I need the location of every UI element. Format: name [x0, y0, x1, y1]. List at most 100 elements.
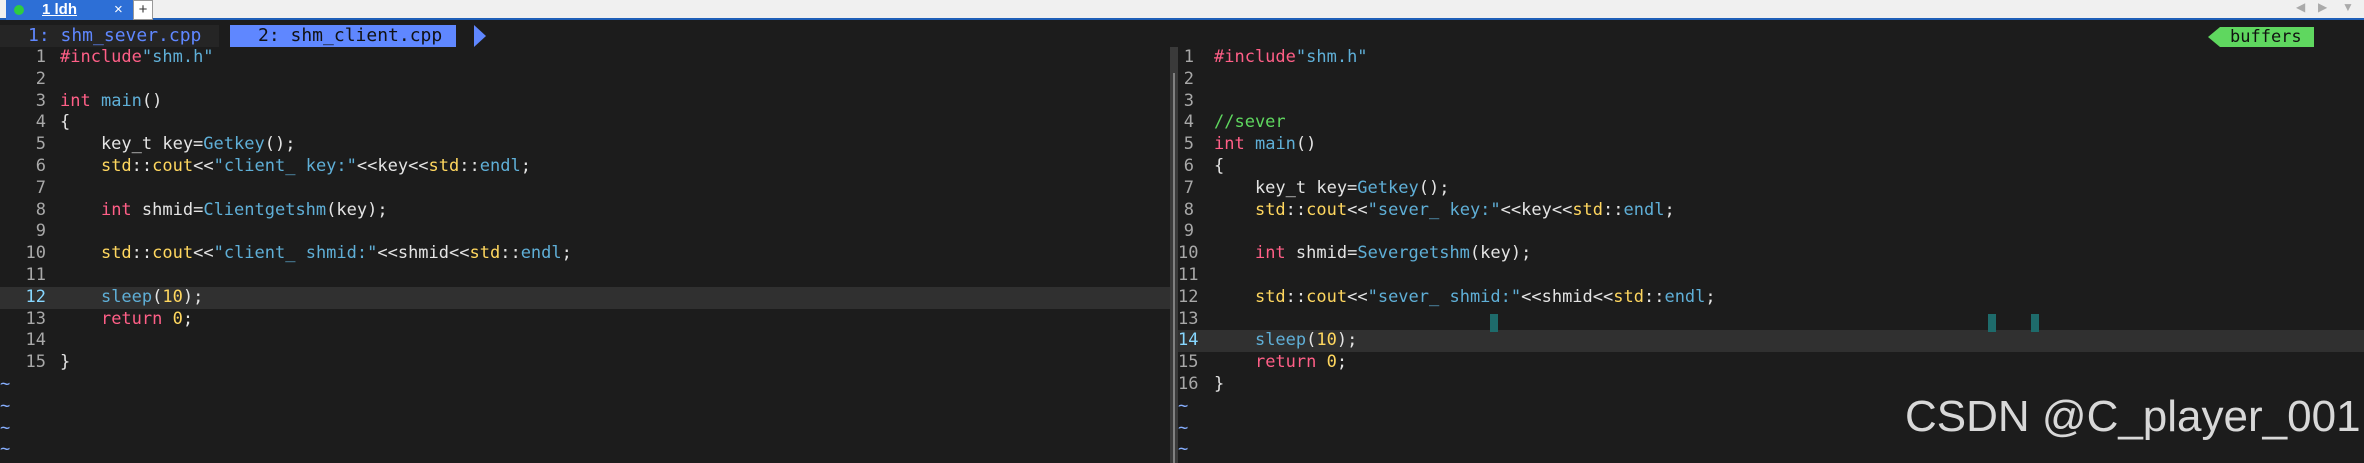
code-text: #include"shm.h"	[1214, 47, 1368, 67]
code-text: std::cout<<"sever_ key:"<<key<<std::endl…	[1254, 199, 1675, 220]
buffers-badge-arrow	[2208, 27, 2220, 47]
code-line[interactable]: 15}	[0, 352, 1170, 374]
code-text: int main()	[60, 90, 163, 111]
code-line[interactable]: 13 return 0;	[0, 309, 1170, 331]
terminal-tab-bar: 1 ldh × + ◀ ▶ ▼	[0, 0, 2364, 20]
close-icon[interactable]: ×	[114, 1, 123, 18]
code-line[interactable]: 3	[1178, 91, 2364, 113]
code-text: std::cout<<"client_ key:"<<key<<std::end…	[100, 155, 531, 176]
line-number: 15	[1178, 352, 1199, 373]
line-number: 10	[25, 243, 46, 264]
scroll-right-icon[interactable]: ▶	[2318, 0, 2327, 14]
code-text: sleep(10);	[1254, 330, 1358, 351]
empty-buffer-tilde: ~	[0, 417, 11, 438]
code-line[interactable]: 6{	[1178, 156, 2364, 178]
vertical-split-divider[interactable]	[1170, 47, 1178, 463]
split-groove	[1173, 73, 1175, 463]
line-number: 4	[1183, 112, 1194, 133]
code-line[interactable]: 4 //sever	[1178, 112, 2364, 134]
code-text: //sever	[1214, 112, 1286, 133]
line-number: 8	[35, 199, 46, 220]
code-line[interactable]: 2	[1178, 69, 2364, 91]
buffers-badge: buffers	[2220, 27, 2314, 47]
code-text: int main()	[1214, 134, 1317, 155]
line-number: 13	[1178, 308, 1199, 329]
line-number: 2	[1183, 68, 1194, 89]
line-number: 5	[35, 134, 46, 155]
code-text: key_t key=Getkey();	[1214, 177, 1450, 198]
code-text: return 0;	[100, 308, 194, 329]
line-number: 2	[35, 68, 46, 89]
line-number: 11	[1178, 264, 1199, 285]
code-line[interactable]: 2	[0, 69, 1170, 91]
new-tab-button[interactable]: +	[133, 0, 153, 20]
line-number: 9	[1183, 221, 1194, 242]
code-line[interactable]: 13	[1178, 309, 2364, 331]
code-line[interactable]: 9	[1178, 221, 2364, 243]
code-line[interactable]: 7 key_t key=Getkey();	[1178, 178, 2364, 200]
buffer-tab-shm-client[interactable]: 2: shm_client.cpp	[230, 25, 457, 47]
code-text: #include"shm.h"	[60, 47, 214, 67]
line-number: 13	[25, 308, 46, 329]
empty-buffer-tilde: ~	[1178, 439, 1189, 460]
line-number: 1	[1183, 47, 1194, 67]
search-highlight	[2031, 314, 2039, 332]
code-line[interactable]: 1 #include"shm.h"	[1178, 47, 2364, 69]
code-text: std::cout<<"client_ shmid:"<<shmid<<std:…	[100, 243, 572, 264]
buffer-tab-arrow	[474, 25, 486, 47]
tab-list-icon[interactable]: ▼	[2342, 0, 2354, 14]
code-line[interactable]: 12 sleep(10);	[0, 286, 1170, 309]
code-text: }	[1214, 373, 1225, 394]
code-text: int shmid=Clientgetshm(key);	[100, 199, 388, 220]
code-line[interactable]: 11	[0, 265, 1170, 287]
code-line[interactable]: 5 key_t key=Getkey();	[0, 134, 1170, 156]
code-line[interactable]: 12 std::cout<<"sever_ shmid:"<<shmid<<st…	[1178, 287, 2364, 309]
code-text: {	[60, 112, 71, 133]
empty-buffer-tilde: ~	[0, 395, 11, 416]
code-text: std::cout<<"sever_ shmid:"<<shmid<<std::…	[1254, 286, 1716, 307]
terminal-tab-label: 1 ldh	[42, 1, 78, 18]
code-text: key_t key=Getkey();	[60, 134, 296, 155]
line-number: 3	[1183, 90, 1194, 111]
line-number: 7	[1183, 177, 1194, 198]
code-line[interactable]: 3 int main()	[0, 91, 1170, 113]
code-text: }	[60, 352, 71, 373]
scroll-left-icon[interactable]: ◀	[2296, 0, 2305, 14]
line-number: 10	[1178, 243, 1199, 264]
code-line[interactable]: 4{	[0, 112, 1170, 134]
line-number: 12	[1178, 286, 1199, 307]
line-number: 4	[35, 112, 46, 133]
code-line[interactable]: 14 sleep(10);	[1178, 330, 2364, 353]
code-line[interactable]: 11	[1178, 265, 2364, 287]
code-line[interactable]: 15 return 0;	[1178, 352, 2364, 374]
buffer-tab-shm-sever[interactable]: 1: shm_sever.cpp	[0, 25, 220, 47]
line-number: 6	[1183, 155, 1194, 176]
line-number: 14	[25, 330, 46, 351]
search-highlight	[1490, 314, 1498, 332]
code-line[interactable]: 10 int shmid=Severgetshm(key);	[1178, 243, 2364, 265]
search-highlight	[1988, 314, 1996, 332]
line-number: 3	[35, 90, 46, 111]
code-line[interactable]: 1 #include"shm.h"	[0, 47, 1170, 69]
code-text: {	[1214, 155, 1225, 176]
vim-bufferline: 1: shm_sever.cpp 2: shm_client.cpp buffe…	[0, 25, 2364, 47]
code-line[interactable]: 8 std::cout<<"sever_ key:"<<key<<std::en…	[1178, 200, 2364, 222]
line-number: 16	[1178, 373, 1199, 394]
code-line[interactable]: 6 std::cout<<"client_ key:"<<key<<std::e…	[0, 156, 1170, 178]
line-number: 5	[1183, 134, 1194, 155]
line-number: 6	[35, 155, 46, 176]
code-line[interactable]: 14	[0, 330, 1170, 352]
empty-buffer-tilde: ~	[0, 373, 11, 394]
line-number: 7	[35, 177, 46, 198]
code-line[interactable]: 5 int main()	[1178, 134, 2364, 156]
code-text: sleep(10);	[100, 286, 204, 307]
editor-pane-shm-client[interactable]: 1 #include"shm.h" 2 3 int main() 4{5 key_t ke…	[0, 47, 1170, 463]
code-line[interactable]: 9	[0, 221, 1170, 243]
session-status-icon	[14, 5, 24, 15]
code-line[interactable]: 8 int shmid=Clientgetshm(key);	[0, 200, 1170, 222]
code-line[interactable]: 10 std::cout<<"client_ shmid:"<<shmid<<s…	[0, 243, 1170, 265]
line-number: 12	[25, 286, 46, 307]
terminal-tab[interactable]: 1 ldh ×	[6, 0, 136, 20]
code-line[interactable]: 7	[0, 178, 1170, 200]
code-text: return 0;	[1254, 352, 1348, 373]
